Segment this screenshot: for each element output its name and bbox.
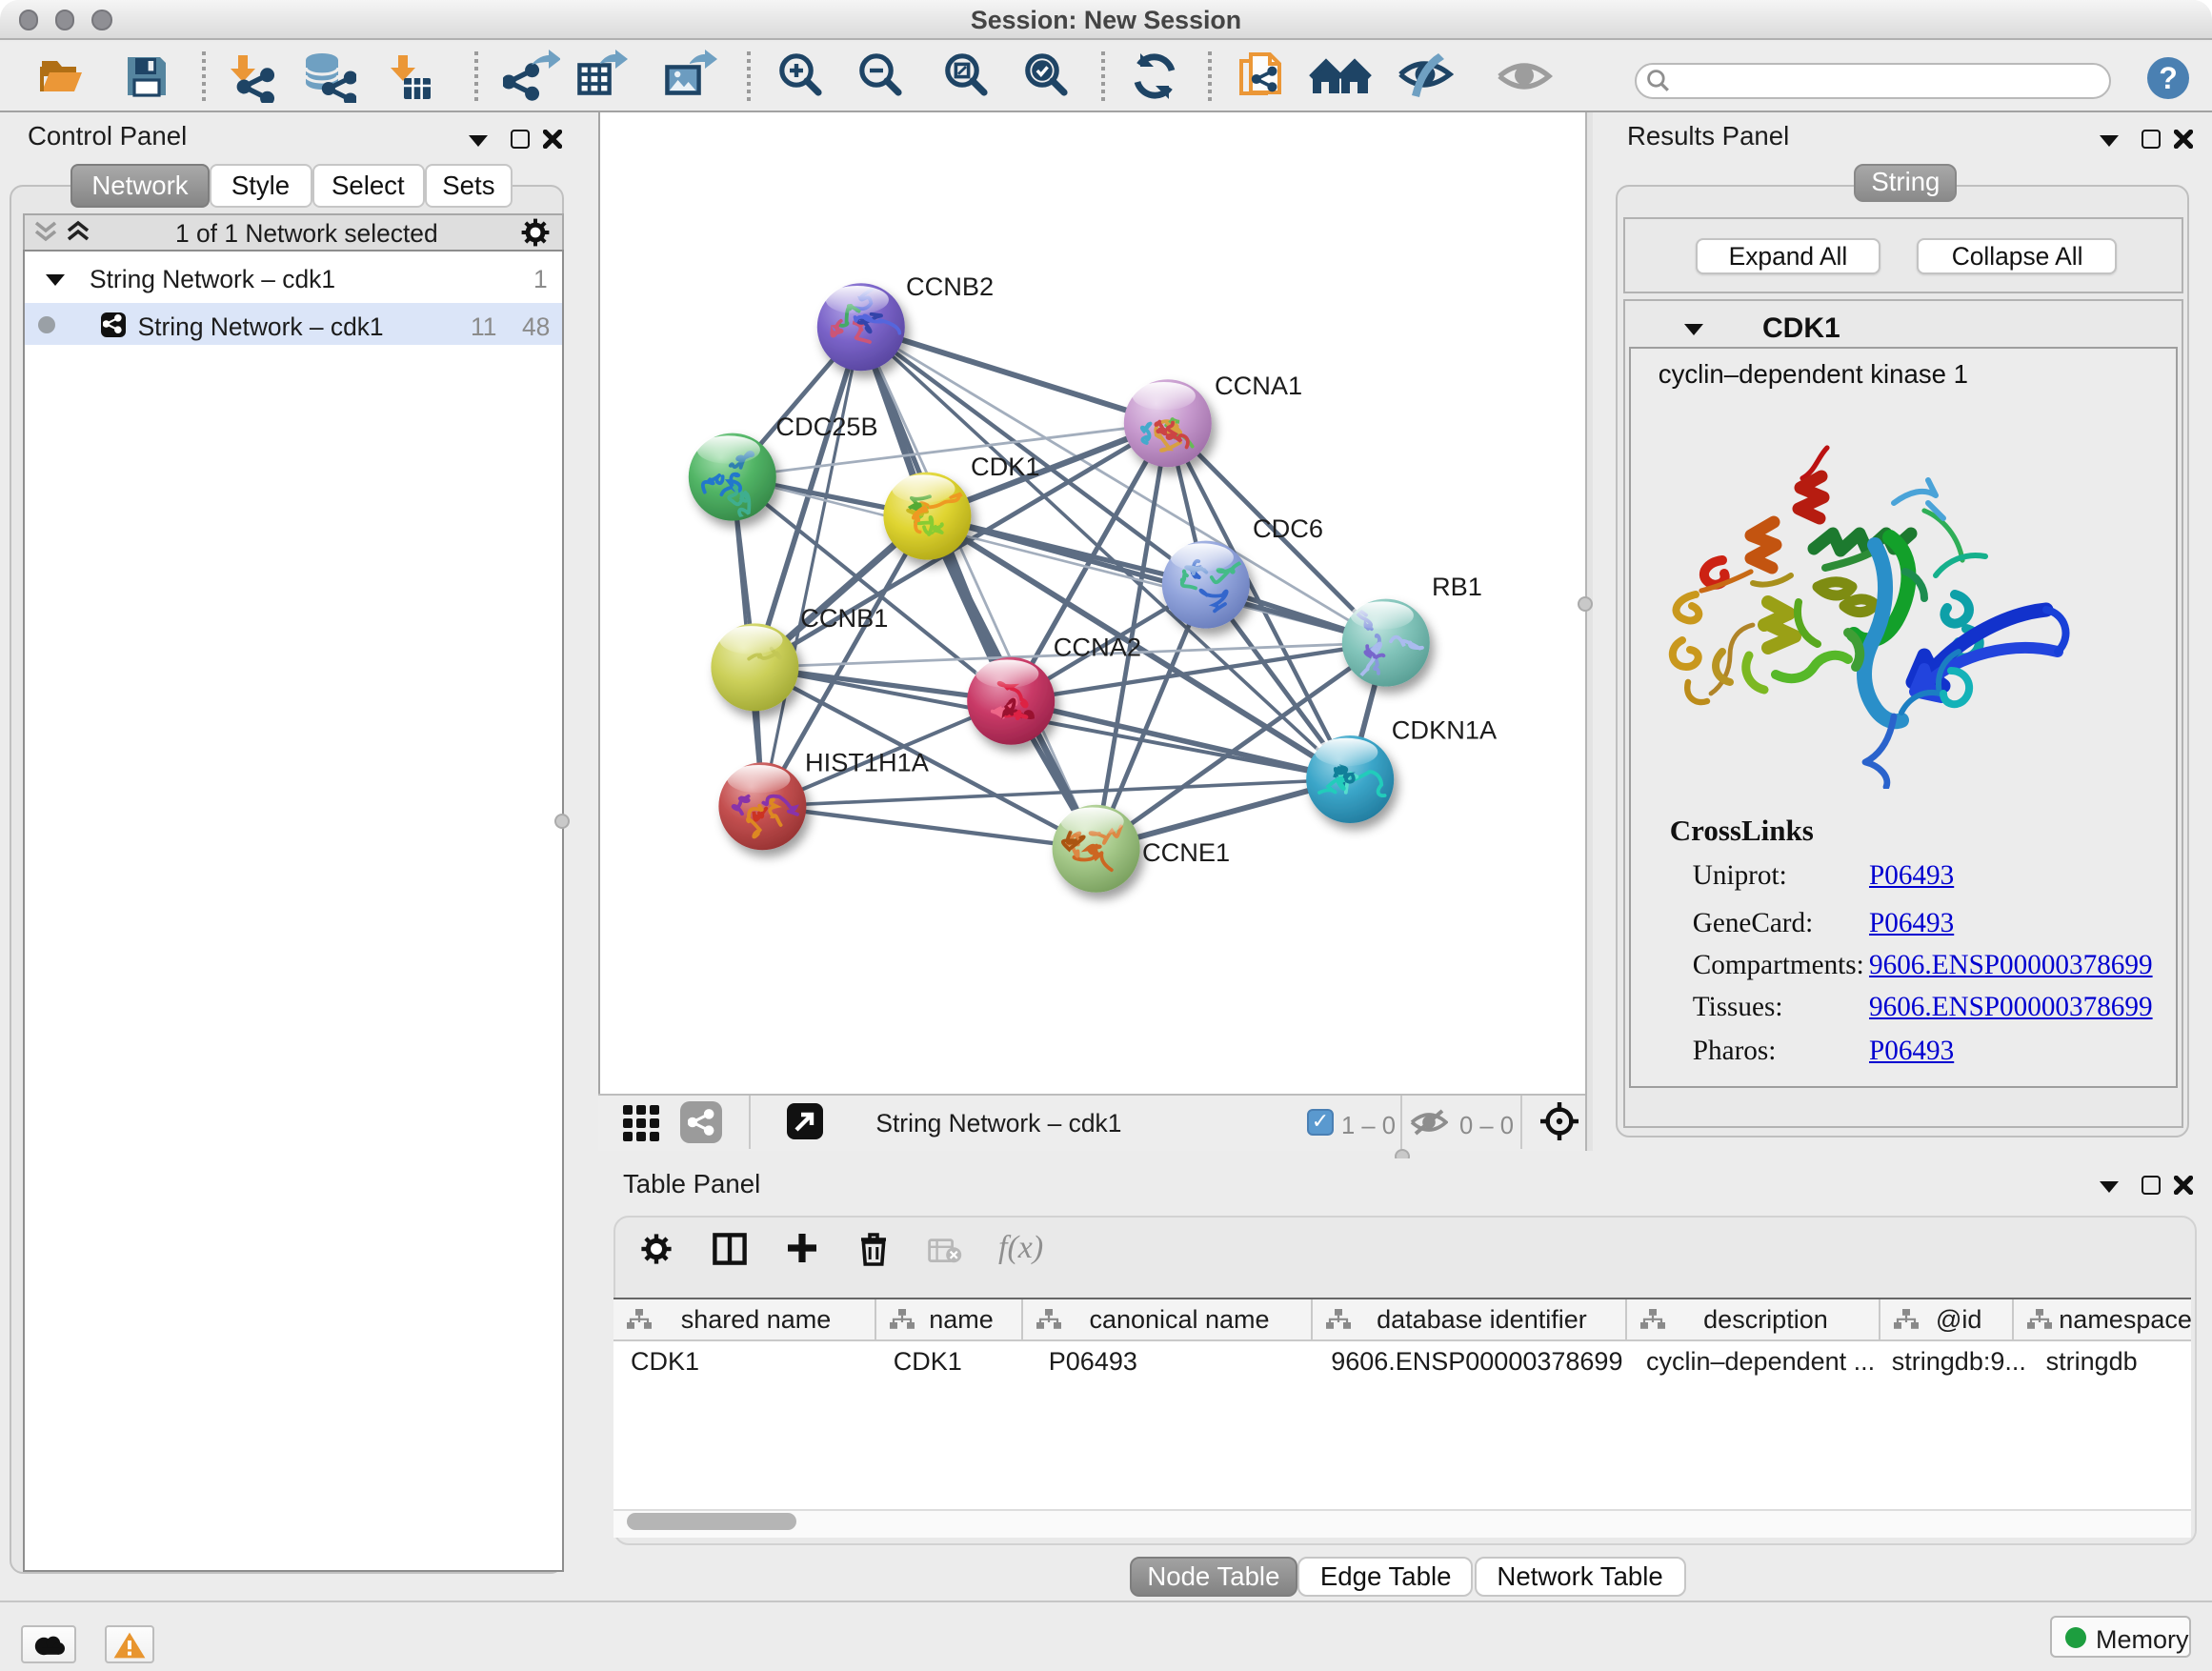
svg-text:RB1: RB1 bbox=[1431, 572, 1481, 601]
svg-text:CCNA1: CCNA1 bbox=[1214, 371, 1301, 400]
svg-text:CDC25B: CDC25B bbox=[774, 412, 876, 441]
svg-text:CDC6: CDC6 bbox=[1252, 513, 1322, 543]
svg-text:CCNB2: CCNB2 bbox=[905, 272, 993, 301]
svg-text:CCNE1: CCNE1 bbox=[1141, 837, 1229, 867]
svg-text:CDKN1A: CDKN1A bbox=[1391, 715, 1497, 745]
svg-text:CCNB1: CCNB1 bbox=[799, 603, 887, 633]
svg-text:HIST1H1A: HIST1H1A bbox=[804, 748, 929, 777]
svg-text:CDK1: CDK1 bbox=[970, 452, 1039, 481]
svg-text:?: ? bbox=[2159, 61, 2178, 95]
svg-text:CCNA2: CCNA2 bbox=[1053, 633, 1140, 662]
